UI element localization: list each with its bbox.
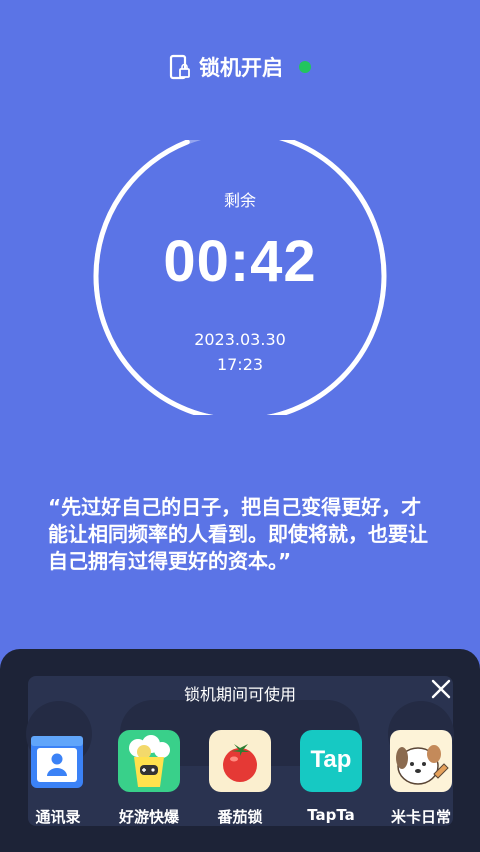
app-haoyou-kuaibao[interactable]: 好游快爆 [108,730,190,827]
clock-text: 17:23 [216,355,264,374]
app-label: TapTa [307,806,355,824]
app-contacts[interactable]: 通讯录 [17,730,99,827]
panel-title: 锁机期间可使用 [183,685,296,704]
app-label: 通讯录 [35,808,81,826]
taptap-logo-text: Tap [310,746,352,773]
app-taptap[interactable]: Tap TapTa [290,730,372,824]
app-list: 通讯录 好游快爆 番茄锁 Tap TapTa 米卡日常 [0,730,480,840]
taptap-icon: Tap [300,730,362,792]
tomato-icon [209,730,271,792]
countdown-time: 00:42 [163,229,317,294]
haoyou-kuaibao-icon [118,730,180,792]
allowed-apps-panel: 锁机期间可使用 通讯录 好游快爆 番茄锁 Tap TapTa 米卡日常 [0,649,480,852]
contacts-icon [27,730,89,792]
app-mika-daily[interactable]: 米卡日常 [380,730,462,827]
status-indicator-dot [299,61,311,73]
app-label: 番茄锁 [217,808,263,826]
countdown-ring: 剩余 00:42 2023.03.30 17:23 [90,140,390,415]
app-label: 好游快爆 [118,808,179,826]
phone-lock-icon [169,54,190,80]
lock-status: 锁机开启 [0,52,480,82]
app-tomato-lock[interactable]: 番茄锁 [199,730,281,827]
remaining-label: 剩余 [223,191,256,210]
date-text: 2023.03.30 [194,330,286,349]
motivational-quote: “先过好自己的日子，把自己变得更好，才能让相同频率的人看到。即使将就，也要让自己… [48,495,428,573]
lock-status-label: 锁机开启 [199,56,283,80]
app-label: 米卡日常 [390,808,451,826]
dog-cartoon-icon [390,730,452,792]
close-icon[interactable] [430,678,452,700]
